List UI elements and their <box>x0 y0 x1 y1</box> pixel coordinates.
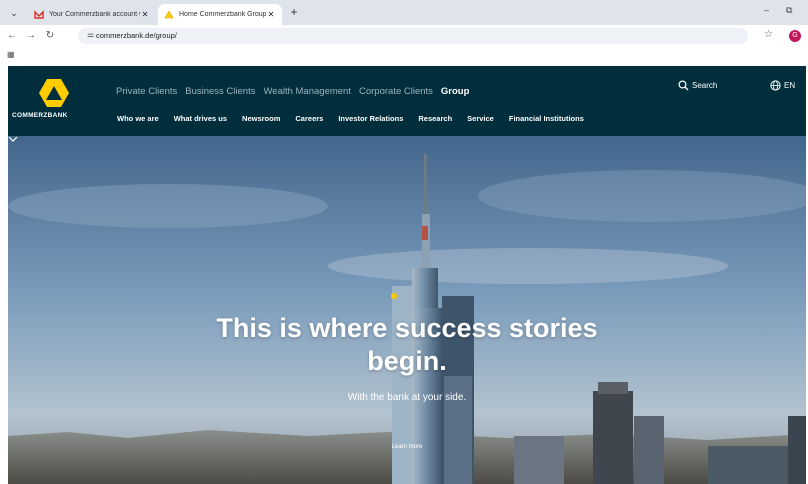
hero-title-line2: begin. <box>367 346 447 376</box>
search-label: Search <box>692 81 718 90</box>
site-info-icon[interactable]: ⚌ <box>87 30 94 39</box>
segment-group[interactable]: Group <box>441 86 470 97</box>
hero-skyline-image <box>8 136 806 484</box>
commerzbank-icon <box>164 9 174 18</box>
apps-grid-icon[interactable]: ▦ <box>7 50 15 59</box>
gmail-icon <box>34 9 44 19</box>
restore-icon[interactable]: ⧉ <box>786 5 792 16</box>
bookmark-star-icon[interactable]: ☆ <box>764 29 773 40</box>
close-tab-icon[interactable]: ✕ <box>266 10 276 19</box>
commerzbank-logo[interactable] <box>38 78 70 108</box>
nav-investor-relations[interactable]: Investor Relations <box>338 114 403 123</box>
search-icon <box>678 80 689 91</box>
new-tab-icon[interactable]: + <box>288 6 300 18</box>
bookmarks-bar: ▦ <box>0 47 808 64</box>
language-label: EN <box>784 81 796 90</box>
globe-icon <box>770 80 781 91</box>
address-bar[interactable]: ⚌ commerzbank.de/group/ <box>78 28 748 44</box>
tab-search-menu-icon[interactable]: ⌄ <box>8 7 20 19</box>
nav-research[interactable]: Research <box>418 114 452 123</box>
hero-title-line1: This is where success stories <box>216 313 598 343</box>
main-nav: Who we are What drives us Newsroom Caree… <box>117 114 584 123</box>
learn-more-link[interactable]: Learn more <box>8 444 806 450</box>
search-button[interactable]: Search <box>678 80 717 91</box>
forward-icon[interactable]: → <box>25 30 37 42</box>
hero-banner: This is where success stories begin. Wit… <box>8 136 806 484</box>
chevron-down-icon[interactable] <box>8 136 18 142</box>
nav-newsroom[interactable]: Newsroom <box>242 114 280 123</box>
site-header: COMMERZBANK Private Clients Business Cli… <box>8 66 806 136</box>
segment-corporate-clients[interactable]: Corporate Clients <box>359 86 433 97</box>
segment-wealth-management[interactable]: Wealth Management <box>263 86 351 97</box>
brand-wordmark[interactable]: COMMERZBANK <box>12 112 68 119</box>
segment-private-clients[interactable]: Private Clients <box>116 86 177 97</box>
tab-title: Your Commerzbank account w <box>49 11 140 18</box>
nav-who-we-are[interactable]: Who we are <box>117 114 159 123</box>
hero-title: This is where success stories begin. <box>8 312 806 378</box>
nav-service[interactable]: Service <box>467 114 494 123</box>
reload-icon[interactable]: ↻ <box>44 30 56 42</box>
segment-nav: Private Clients Business Clients Wealth … <box>116 86 469 97</box>
browser-toolbar: ← → ↻ ⚌ commerzbank.de/group/ ☆ G <box>0 25 808 47</box>
url-text: commerzbank.de/group/ <box>96 31 177 40</box>
hero-subtitle: With the bank at your side. <box>347 392 467 403</box>
nav-careers[interactable]: Careers <box>295 114 323 123</box>
language-switcher[interactable]: EN <box>770 80 795 91</box>
back-icon[interactable]: ← <box>6 30 18 42</box>
nav-what-drives-us[interactable]: What drives us <box>174 114 227 123</box>
close-tab-icon[interactable]: ✕ <box>140 10 150 19</box>
browser-tab-commerzbank[interactable]: Home Commerzbank Group - C ✕ <box>158 4 282 25</box>
minimize-icon[interactable]: – <box>764 5 769 15</box>
browser-tab-gmail[interactable]: Your Commerzbank account w ✕ <box>28 4 156 25</box>
nav-financial-institutions[interactable]: Financial Institutions <box>509 114 584 123</box>
browser-tab-strip: ⌄ Your Commerzbank account w ✕ Home Comm… <box>0 0 808 25</box>
profile-avatar[interactable]: G <box>789 30 801 42</box>
segment-business-clients[interactable]: Business Clients <box>185 86 255 97</box>
tab-title: Home Commerzbank Group - C <box>179 11 266 18</box>
